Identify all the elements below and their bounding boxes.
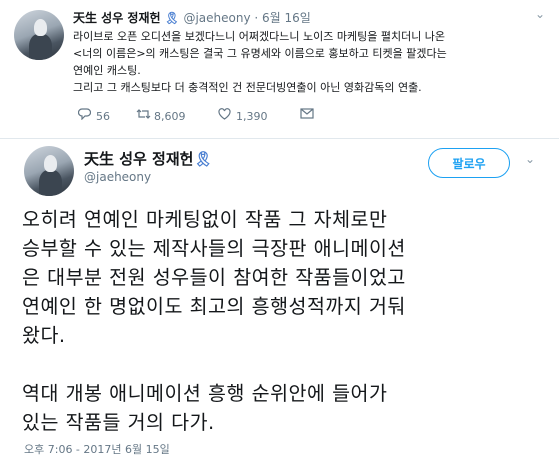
envelope-icon <box>300 108 318 122</box>
tweet-previous[interactable]: 天生 성우 정재헌 🎗 @jaeheony · 6월 16일 ⌄ 라이브로 오픈… <box>0 0 559 138</box>
tweet-text-line: 있는 작품들 거의 다가. <box>22 411 215 434</box>
ribbon-icon: 🎗 <box>193 150 213 168</box>
tweet-text-line: 왔다. <box>22 324 66 347</box>
reply-button[interactable]: 56 <box>77 108 110 123</box>
like-button[interactable]: 1,390 <box>218 108 268 123</box>
tweet-text-line: 연예인 캐스팅. <box>73 64 141 77</box>
tweet-text-line: 은 대부분 전원 성우들이 참여한 작품들이었고 <box>22 266 406 289</box>
tweet-text-line: 라이브로 오픈 오디션을 보겠다느니 어쩌겠다느니 노이즈 마케팅을 펼치더니 … <box>73 30 446 43</box>
tweet-timestamp[interactable]: 오후 7:06 - 2017년 6월 15일 <box>24 441 170 457</box>
avatar[interactable] <box>14 10 64 60</box>
display-name[interactable]: 天生 성우 정재헌🎗 <box>84 148 213 169</box>
tweet-text-line: <너의 이름은>의 캐스팅은 결국 그 유명세와 이름으로 홍보하고 티켓을 팔… <box>73 47 447 60</box>
display-name-text: 天生 성우 정재헌 <box>84 150 194 168</box>
dm-button[interactable] <box>300 108 318 122</box>
tweet-text: 오히려 연예인 마케팅없이 작품 그 자체로만 승부할 수 있는 제작사들의 극… <box>22 205 552 437</box>
retweet-button[interactable]: 8,609 <box>136 108 186 123</box>
like-count: 1,390 <box>236 110 268 123</box>
heart-icon <box>218 108 236 123</box>
reply-count: 56 <box>96 110 110 123</box>
tweet-text-line: 역대 개봉 애니메이션 흥행 순위안에 들어가 <box>22 382 388 405</box>
divider <box>0 138 559 139</box>
tweet-text-line: 그리고 그 캐스팅보다 더 충격적인 건 전문더빙연출이 아닌 영화감독의 연출… <box>73 81 422 94</box>
ribbon-icon: 🎗 <box>164 11 180 25</box>
tweet-date[interactable]: 6월 16일 <box>262 11 311 25</box>
separator: · <box>254 11 259 25</box>
tweet-text: 라이브로 오픈 오디션을 보겠다느니 어쩌겠다느니 노이즈 마케팅을 펼치더니 … <box>73 28 543 96</box>
avatar[interactable] <box>24 146 74 196</box>
tweet-text-line: 오히려 연예인 마케팅없이 작품 그 자체로만 <box>22 208 388 231</box>
retweet-icon <box>136 108 154 123</box>
reply-icon <box>77 108 96 123</box>
chevron-down-icon[interactable]: ⌄ <box>525 152 535 166</box>
follow-button[interactable]: 팔로우 <box>428 148 510 178</box>
display-name[interactable]: 天生 성우 정재헌 <box>73 11 161 25</box>
handle[interactable]: @jaeheony <box>84 170 151 184</box>
tweet-text-line: 승부할 수 있는 제작사들의 극장판 애니메이션 <box>22 237 406 260</box>
tweet-text-line: 연예인 한 명없이도 최고의 흥행성적까지 거둬 <box>22 295 406 318</box>
handle[interactable]: @jaeheony <box>183 11 250 25</box>
tweet-header: 天生 성우 정재헌 🎗 @jaeheony · 6월 16일 <box>73 9 311 26</box>
retweet-count: 8,609 <box>154 110 186 123</box>
chevron-down-icon[interactable]: ⌄ <box>535 7 545 21</box>
